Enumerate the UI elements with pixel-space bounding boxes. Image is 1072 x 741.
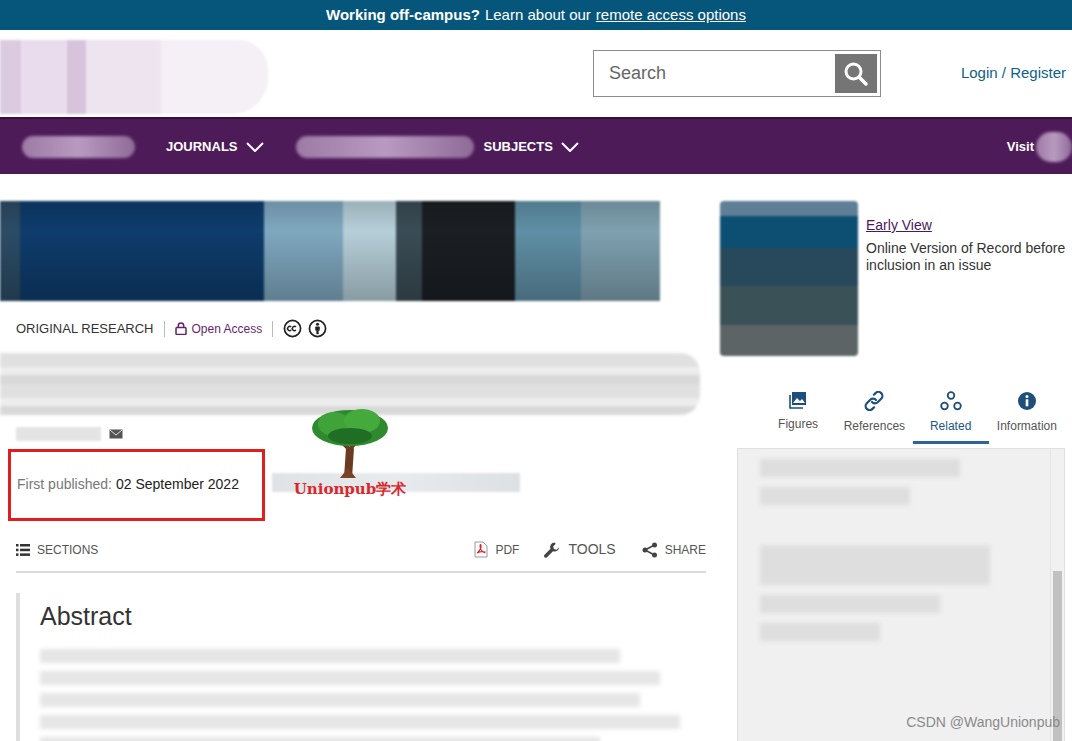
related-item-blurred[interactable]	[760, 487, 910, 505]
abstract-heading: Abstract	[40, 601, 700, 631]
early-view-link[interactable]: Early View	[866, 217, 932, 233]
nav-item-blurred[interactable]	[296, 136, 474, 158]
tools-label: TOOLS	[568, 539, 615, 560]
access-banner: Working off-campus?Learn about ourremote…	[0, 0, 1072, 30]
subjects-menu[interactable]: SUBJECTS	[484, 137, 579, 157]
info-icon	[1017, 391, 1037, 411]
issue-info: Early View Online Version of Record befo…	[866, 215, 1066, 356]
tab-label: Information	[997, 419, 1057, 433]
nav-item-blurred[interactable]	[22, 136, 135, 158]
search-button[interactable]	[835, 54, 877, 93]
journal-banner[interactable]	[0, 201, 660, 301]
abstract-section: Abstract	[16, 593, 720, 741]
related-panel	[737, 448, 1065, 741]
related-item-blurred[interactable]	[760, 545, 990, 585]
issue-box: Early View Online Version of Record befo…	[720, 201, 1072, 356]
site-logo[interactable]	[0, 40, 268, 114]
related-item-blurred[interactable]	[760, 595, 940, 613]
pdf-file-icon	[474, 541, 488, 558]
remote-access-link[interactable]: remote access options	[596, 4, 746, 27]
link-icon	[863, 391, 885, 411]
tab-label: Related	[930, 419, 971, 433]
article-meta: ORIGINAL RESEARCH Open Access	[0, 319, 720, 339]
issue-description: Online Version of Record before inclusio…	[866, 240, 1066, 274]
creative-commons-icon	[283, 319, 302, 338]
banner-lead: Working off-campus?	[326, 4, 480, 27]
subjects-label: SUBJECTS	[484, 139, 553, 154]
sidebar-tab[interactable]: Related	[913, 389, 989, 444]
article-type: ORIGINAL RESEARCH	[16, 319, 154, 339]
magnifier-icon	[843, 61, 869, 87]
sidebar: Early View Online Version of Record befo…	[720, 174, 1072, 741]
pdf-button[interactable]: PDF	[474, 541, 519, 559]
visit-label: Visit	[1007, 139, 1034, 154]
sidebar-tab[interactable]: References	[836, 389, 912, 444]
published-highlight: First published:02 September 2022	[8, 449, 265, 521]
tab-label: References	[844, 419, 905, 433]
lock-icon	[175, 322, 187, 335]
article-title-blurred	[0, 353, 700, 415]
related-item-blurred[interactable]	[760, 623, 880, 641]
published-date: 02 September 2022	[116, 474, 239, 495]
article-column: ORIGINAL RESEARCH Open Access First publ…	[0, 174, 720, 741]
related-item-blurred[interactable]	[760, 459, 960, 477]
share-icon	[642, 542, 658, 558]
author-blurred[interactable]	[16, 427, 101, 441]
publication-row: First published:02 September 2022	[0, 449, 720, 521]
abstract-text-blurred	[40, 649, 620, 663]
csdn-watermark: CSDN @WangUnionpub	[906, 712, 1060, 733]
tree-icon	[310, 406, 390, 478]
abstract-text-blurred	[40, 715, 680, 729]
abstract-text-blurred	[40, 693, 640, 707]
abstract-text-blurred	[40, 671, 660, 685]
author-row	[0, 423, 720, 445]
chevron-down-icon	[561, 142, 579, 152]
journals-menu[interactable]: JOURNALS	[166, 137, 264, 157]
journals-label: JOURNALS	[166, 139, 238, 154]
open-access-label: Open Access	[192, 320, 263, 338]
doi-blurred[interactable]	[272, 473, 520, 492]
unionpub-text: Unionpub学术	[280, 478, 420, 501]
abstract-text-blurred	[40, 737, 600, 741]
journal-cover[interactable]	[720, 201, 858, 356]
chevron-down-icon	[246, 142, 264, 152]
share-button[interactable]: SHARE	[642, 541, 706, 559]
sidebar-tab[interactable]: Information	[989, 389, 1065, 444]
nav-item-blurred[interactable]	[1036, 132, 1072, 162]
tab-label: Figures	[778, 417, 818, 431]
sidebar-tabs: Figures References Related Information	[760, 389, 1065, 444]
share-label: SHARE	[665, 541, 706, 559]
attribution-icon	[308, 319, 327, 338]
sidebar-tab[interactable]: Figures	[760, 389, 836, 444]
pdf-label: PDF	[495, 541, 519, 559]
published-label: First published:	[17, 474, 112, 495]
related-nodes-icon	[940, 391, 962, 411]
scrollbar[interactable]	[1050, 449, 1064, 741]
banner-text: Learn about our	[485, 4, 591, 27]
image-icon	[789, 391, 807, 409]
sections-button[interactable]: SECTIONS	[16, 541, 98, 559]
list-icon	[16, 544, 30, 556]
main-nav: JOURNALS SUBJECTS Visit	[0, 117, 1072, 174]
email-icon[interactable]	[109, 429, 123, 439]
unionpub-watermark: Unionpub学术	[280, 406, 420, 501]
search-input[interactable]	[597, 60, 835, 87]
wrench-icon	[543, 541, 561, 559]
visit-link[interactable]: Visit	[1007, 137, 1034, 157]
tools-button[interactable]: TOOLS	[543, 539, 615, 560]
site-header: Login / Register	[0, 30, 1072, 117]
article-toolbar: SECTIONS PDF TOOLS SHARE	[16, 537, 706, 573]
page-body: ORIGINAL RESEARCH Open Access First publ…	[0, 174, 1072, 741]
login-link[interactable]: Login / Register	[961, 62, 1066, 85]
search-box	[593, 50, 881, 97]
sections-label: SECTIONS	[37, 541, 98, 559]
